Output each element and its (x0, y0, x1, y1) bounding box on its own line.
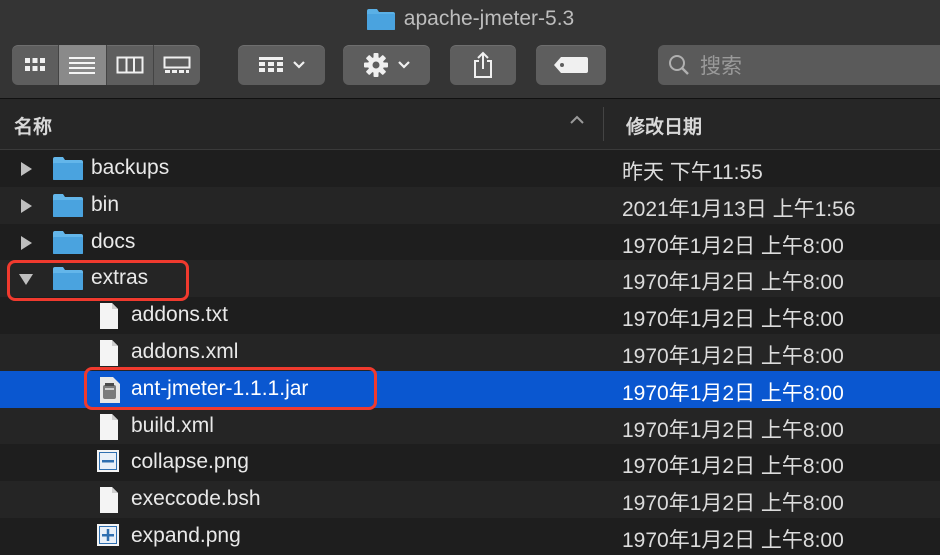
file-list: backups 昨天 下午11:55 bin 2021年1月13日 上午1:56 doc… (0, 150, 940, 555)
file-row[interactable]: addons.xml 1970年1月2日 上午8:00 (0, 333, 940, 372)
file-row[interactable]: addons.txt 1970年1月2日 上午8:00 (0, 297, 940, 334)
date-modified: 1970年1月2日 上午8:00 (622, 344, 844, 368)
file-row[interactable]: extras 1970年1月2日 上午8:00 (0, 260, 940, 298)
column-view-button[interactable] (107, 45, 154, 85)
file-name: execcode.bsh (131, 487, 261, 511)
file-row[interactable]: expand.png 1970年1月2日 上午8:00 (0, 518, 940, 555)
icon-view-icon (25, 58, 46, 71)
date-modified: 1970年1月2日 上午8:00 (622, 455, 844, 479)
chevron-down-icon (292, 61, 305, 69)
gallery-view-icon (163, 56, 191, 73)
list-view-icon (69, 57, 96, 74)
date-modified: 1970年1月2日 上午8:00 (622, 528, 844, 552)
view-mode-segmented-control (12, 45, 200, 85)
file-row[interactable]: execcode.bsh 1970年1月2日 上午8:00 (0, 481, 940, 518)
gear-icon (363, 53, 388, 77)
sort-ascending-icon[interactable] (569, 114, 585, 126)
name-column-header[interactable]: 名称 (14, 112, 52, 139)
document-icon (98, 339, 120, 372)
date-modified-column-header[interactable]: 修改日期 (626, 112, 702, 139)
group-by-button[interactable] (238, 45, 325, 85)
search-field[interactable]: 搜索 (658, 45, 940, 85)
file-name: ant-jmeter-1.1.1.jar (131, 376, 309, 400)
file-name: bin (91, 192, 120, 216)
file-row[interactable]: collapse.png 1970年1月2日 上午8:00 (0, 444, 940, 481)
disclosure-expanded-icon[interactable] (18, 271, 34, 287)
disclosure-collapsed-icon[interactable] (18, 235, 34, 251)
date-modified: 昨天 下午11:55 (622, 161, 763, 184)
file-row[interactable]: backups 昨天 下午11:55 (0, 150, 940, 187)
file-name: extras (91, 266, 149, 290)
date-modified: 1970年1月2日 上午8:00 (622, 418, 844, 442)
date-modified: 1970年1月2日 上午8:00 (622, 234, 844, 258)
file-row[interactable]: bin 2021年1月13日 上午1:56 (0, 186, 940, 224)
folder-icon (52, 265, 84, 296)
search-placeholder: 搜索 (700, 55, 742, 78)
date-modified: 1970年1月2日 上午8:00 (622, 308, 844, 332)
tag-icon (554, 57, 588, 73)
folder-icon (366, 7, 396, 31)
window-title: apache-jmeter-5.3 (0, 5, 940, 33)
action-menu-button[interactable] (343, 45, 430, 85)
file-name: addons.txt (131, 303, 228, 327)
chevron-down-icon (397, 61, 410, 69)
column-view-icon (116, 56, 144, 74)
jar-file-icon (98, 376, 122, 409)
file-row[interactable]: ant-jmeter-1.1.1.jar 1970年1月2日 上午8:00 (0, 370, 940, 409)
column-header: 名称 修改日期 (0, 99, 940, 150)
group-grid-icon (258, 57, 283, 72)
icon-view-button[interactable] (12, 45, 60, 85)
folder-icon (52, 155, 84, 186)
toolbar: apache-jmeter-5.3 搜索 (0, 0, 940, 99)
document-icon (98, 413, 120, 446)
file-name: docs (91, 229, 136, 253)
file-name: build.xml (131, 413, 214, 437)
document-icon (98, 302, 120, 335)
gallery-view-button[interactable] (154, 45, 200, 85)
disclosure-collapsed-icon[interactable] (18, 198, 34, 214)
file-row[interactable]: docs 1970年1月2日 上午8:00 (0, 224, 940, 261)
file-name: collapse.png (131, 450, 249, 474)
document-icon (98, 486, 120, 519)
date-modified: 1970年1月2日 上午8:00 (622, 381, 844, 405)
list-view-button[interactable] (59, 45, 107, 85)
file-row[interactable]: build.xml 1970年1月2日 上午8:00 (0, 407, 940, 446)
file-name: expand.png (131, 523, 241, 547)
file-name: addons.xml (131, 339, 239, 363)
file-name: backups (91, 156, 170, 179)
column-divider[interactable] (603, 107, 604, 141)
share-icon (474, 51, 492, 78)
window-title-text: apache-jmeter-5.3 (403, 7, 575, 30)
collapse-image-icon (96, 449, 120, 478)
tag-button[interactable] (536, 45, 606, 85)
expand-image-icon (96, 523, 120, 552)
folder-icon (52, 192, 84, 223)
date-modified: 2021年1月13日 上午1:56 (622, 197, 856, 221)
date-modified: 1970年1月2日 上午8:00 (622, 492, 844, 516)
search-icon (669, 55, 689, 75)
disclosure-collapsed-icon[interactable] (18, 161, 34, 177)
date-modified: 1970年1月2日 上午8:00 (622, 271, 844, 295)
share-button[interactable] (450, 45, 516, 85)
folder-icon (52, 229, 84, 260)
